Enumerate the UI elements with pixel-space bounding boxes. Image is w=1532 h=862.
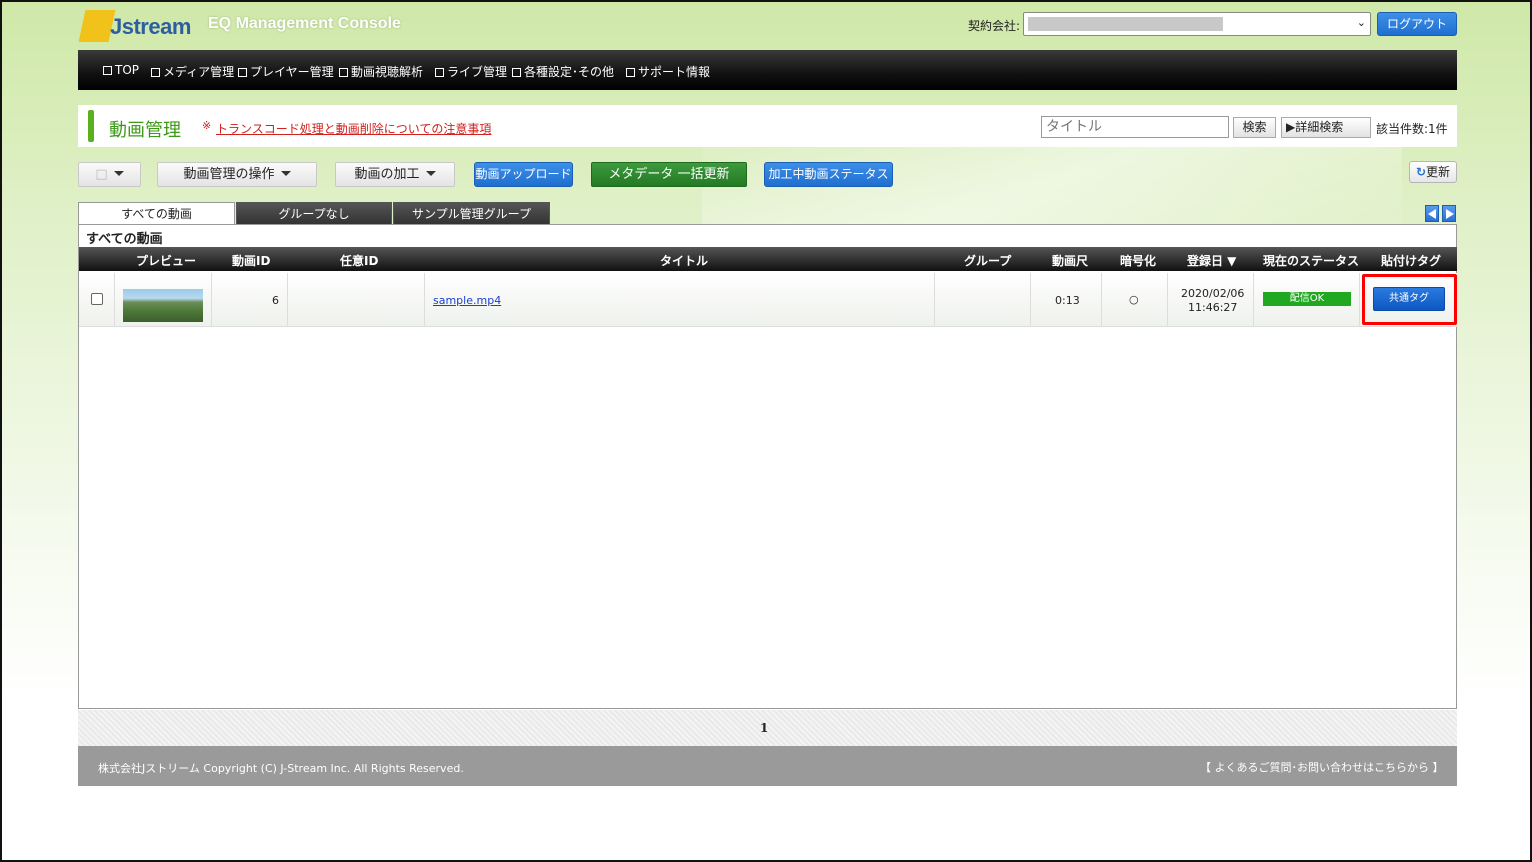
page-title: 動画管理 bbox=[109, 120, 181, 141]
search-button[interactable]: 検索 bbox=[1233, 117, 1276, 138]
video-upload-button[interactable]: 動画アップロード bbox=[474, 162, 573, 187]
section-title: すべての動画 bbox=[86, 232, 163, 247]
checkbox-icon: □ bbox=[95, 167, 108, 182]
copyright-text: 株式会社Jストリーム Copyright (C) J-Stream Inc. A… bbox=[98, 762, 464, 775]
nav-item-support[interactable]: サポート情報 bbox=[626, 63, 710, 80]
video-title-link[interactable]: sample.mp4 bbox=[433, 294, 501, 307]
registered-time: 11:46:27 bbox=[1188, 301, 1238, 314]
video-processing-dropdown[interactable]: 動画の加工 bbox=[335, 162, 455, 187]
row-checkbox[interactable] bbox=[91, 293, 103, 305]
col-registered-date[interactable]: 登録日 ▼ bbox=[1187, 252, 1236, 269]
nav-label: 各種設定･その他 bbox=[524, 65, 615, 79]
caret-down-icon bbox=[280, 171, 291, 176]
console-title: EQ Management Console bbox=[208, 15, 401, 32]
metadata-bulk-update-button[interactable]: メタデータ 一括更新 bbox=[591, 162, 747, 187]
bulk-select-dropdown[interactable]: □ bbox=[78, 162, 141, 187]
video-thumbnail[interactable] bbox=[123, 289, 203, 322]
checkbox-icon bbox=[435, 68, 444, 77]
common-tag-button[interactable]: 共通タグ bbox=[1373, 287, 1445, 311]
refresh-icon: ↻ bbox=[1415, 165, 1427, 179]
nav-item-analytics[interactable]: 動画視聴解析 bbox=[339, 63, 423, 80]
nav-item-player[interactable]: プレイヤー管理 bbox=[238, 63, 334, 80]
col-embed-tag: 貼付けタグ bbox=[1381, 254, 1442, 268]
jstream-logo: Jstream bbox=[78, 8, 191, 44]
company-label: 契約会社: bbox=[968, 19, 1021, 33]
logout-button[interactable]: ログアウト bbox=[1377, 12, 1457, 36]
col-custom-id: 任意ID bbox=[340, 254, 379, 268]
col-video-id: 動画ID bbox=[232, 254, 271, 268]
chevron-down-icon: ⌄ bbox=[1356, 16, 1366, 29]
refresh-button[interactable]: ↻更新 bbox=[1409, 161, 1457, 183]
nav-label: サポート情報 bbox=[638, 65, 711, 79]
col-status: 現在のステータス bbox=[1263, 254, 1360, 268]
table-header: プレビュー 動画ID 任意ID タイトル グループ 動画尺 暗号化 登録日 ▼ … bbox=[79, 247, 1457, 271]
arrow-left-icon bbox=[1428, 209, 1436, 219]
checkbox-icon bbox=[151, 68, 160, 77]
checkbox-icon bbox=[103, 66, 112, 75]
result-count: 該当件数:1件 bbox=[1376, 122, 1448, 136]
notice-mark: ※ bbox=[202, 119, 212, 132]
nav-label: 動画視聴解析 bbox=[351, 65, 424, 79]
tab-no-group[interactable]: グループなし bbox=[236, 202, 392, 224]
notice-link[interactable]: トランスコード処理と動画削除についての注意事項 bbox=[216, 120, 491, 137]
main-nav: TOP メディア管理 プレイヤー管理 動画視聴解析 ライブ管理 各種設定･その他… bbox=[78, 50, 1457, 90]
nav-label: プレイヤー管理 bbox=[250, 65, 334, 79]
col-group: グループ bbox=[964, 254, 1012, 268]
nav-label: メディア管理 bbox=[163, 65, 235, 79]
checkbox-icon bbox=[238, 68, 247, 77]
logo-text: Jstream bbox=[110, 14, 191, 39]
nav-item-media[interactable]: メディア管理 bbox=[151, 63, 234, 80]
col-encryption: 暗号化 bbox=[1120, 254, 1157, 268]
nav-label: TOP bbox=[115, 63, 140, 77]
caret-down-icon bbox=[425, 171, 436, 176]
faq-contact-link[interactable]: 【 よくあるご質問･お問い合わせはこちらから 】 bbox=[1200, 759, 1444, 775]
encryption-mark: ○ bbox=[1129, 293, 1139, 306]
nav-item-settings[interactable]: 各種設定･その他 bbox=[512, 63, 614, 80]
checkbox-icon bbox=[512, 68, 521, 77]
col-title: タイトル bbox=[660, 254, 709, 268]
video-duration: 0:13 bbox=[1055, 294, 1080, 307]
nav-item-live[interactable]: ライブ管理 bbox=[435, 63, 507, 80]
registered-date: 2020/02/06 bbox=[1181, 287, 1245, 300]
refresh-label: 更新 bbox=[1426, 165, 1451, 179]
tab-all-videos[interactable]: すべての動画 bbox=[78, 202, 235, 225]
title-accent-bar bbox=[88, 110, 94, 142]
tab-sample-group[interactable]: サンプル管理グループ bbox=[393, 202, 550, 224]
checkbox-icon bbox=[339, 68, 348, 77]
status-badge: 配信OK bbox=[1263, 292, 1351, 306]
title-search-input[interactable] bbox=[1041, 116, 1229, 138]
arrow-right-icon bbox=[1446, 209, 1454, 219]
advanced-search-button[interactable]: ▶詳細検索 bbox=[1281, 117, 1371, 138]
tab-scroll-right-button[interactable] bbox=[1442, 205, 1456, 222]
tab-scroll-left-button[interactable] bbox=[1425, 205, 1439, 222]
nav-label: ライブ管理 bbox=[447, 65, 508, 79]
company-value-redacted bbox=[1028, 17, 1223, 31]
dropdown-label: 動画管理の操作 bbox=[183, 167, 275, 182]
col-preview: プレビュー bbox=[136, 254, 197, 268]
nav-item-top[interactable]: TOP bbox=[103, 63, 139, 77]
col-duration: 動画尺 bbox=[1052, 254, 1089, 268]
video-id: 6 bbox=[272, 294, 279, 307]
checkbox-icon bbox=[626, 68, 635, 77]
page-number[interactable]: 1 bbox=[760, 721, 768, 735]
caret-down-icon bbox=[113, 171, 124, 176]
table-row: 6 sample.mp4 0:13 ○ 2020/02/06 11:46:27 … bbox=[79, 273, 1457, 327]
dropdown-label: 動画の加工 bbox=[354, 167, 420, 182]
manage-operations-dropdown[interactable]: 動画管理の操作 bbox=[157, 162, 317, 187]
processing-status-button[interactable]: 加工中動画ステータス bbox=[764, 162, 893, 187]
company-select[interactable]: ⌄ bbox=[1023, 12, 1371, 36]
